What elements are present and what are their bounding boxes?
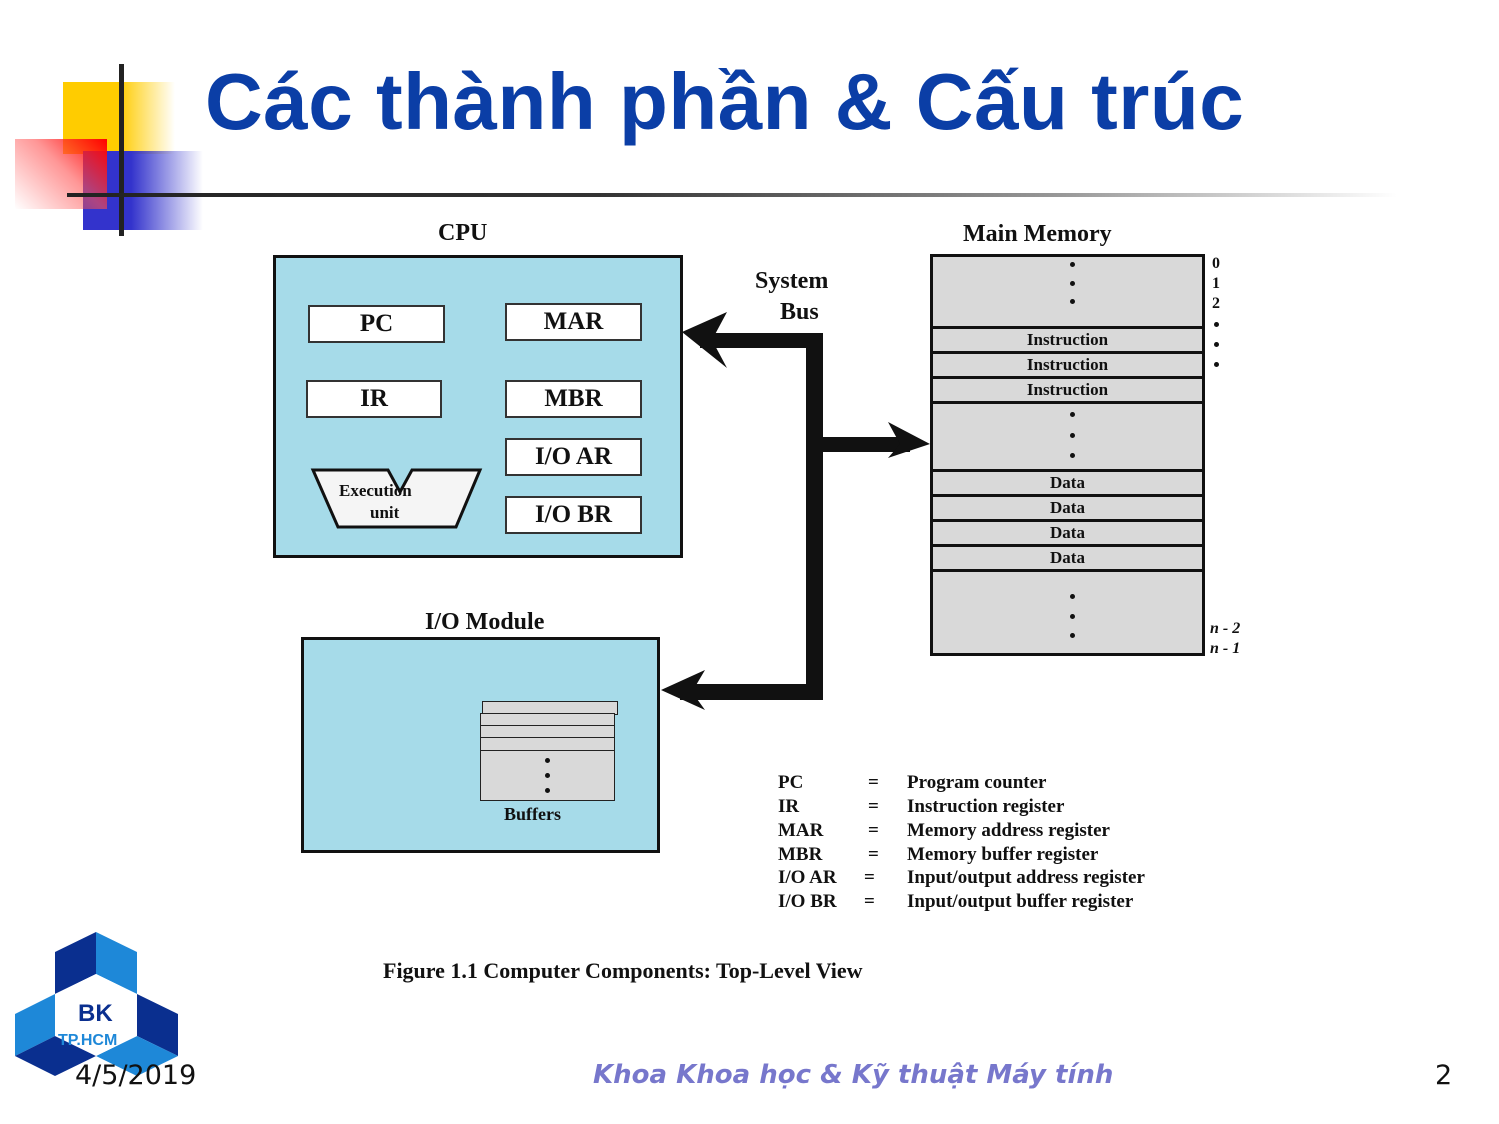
memory-row-instruction: Instruction [933,326,1202,351]
footer-date: 4/5/2019 [75,1060,197,1091]
buffers-label: Buffers [504,804,561,824]
memory-row-instruction: Instruction [933,376,1202,401]
logo-text-tphcm: TP.HCM [58,1032,118,1049]
memory-row-data: Data [933,469,1202,494]
memory-row-instruction: Instruction [933,351,1202,376]
logo-text-bk: BK [78,1000,113,1027]
address-0: 0 [1212,255,1220,272]
bus-vertical-line [806,333,823,700]
address-1: 1 [1212,275,1220,292]
memory-gap [933,401,1202,470]
address-2: 2 [1212,295,1220,312]
buffers-stack [480,713,615,801]
page-number: 2 [1435,1060,1453,1091]
bus-io-branch [680,684,823,700]
memory-gap [933,569,1202,656]
address-n-1: n - 1 [1210,640,1241,657]
footer-department: Khoa Khoa học & Kỹ thuật Máy tính [593,1060,1114,1090]
memory-row-data: Data [933,494,1202,519]
figure-caption: Figure 1.1 Computer Components: Top-Leve… [383,958,863,983]
address-n-2: n - 2 [1210,620,1241,637]
memory-row-data: Data [933,519,1202,544]
system-bus [661,312,930,710]
bus-cpu-branch [700,333,823,348]
io-module-label: I/O Module [425,609,545,635]
main-memory-label: Main Memory [963,221,1112,247]
memory-row-data: Data [933,544,1202,569]
main-memory-box: Instruction Instruction Instruction Data… [930,254,1205,656]
